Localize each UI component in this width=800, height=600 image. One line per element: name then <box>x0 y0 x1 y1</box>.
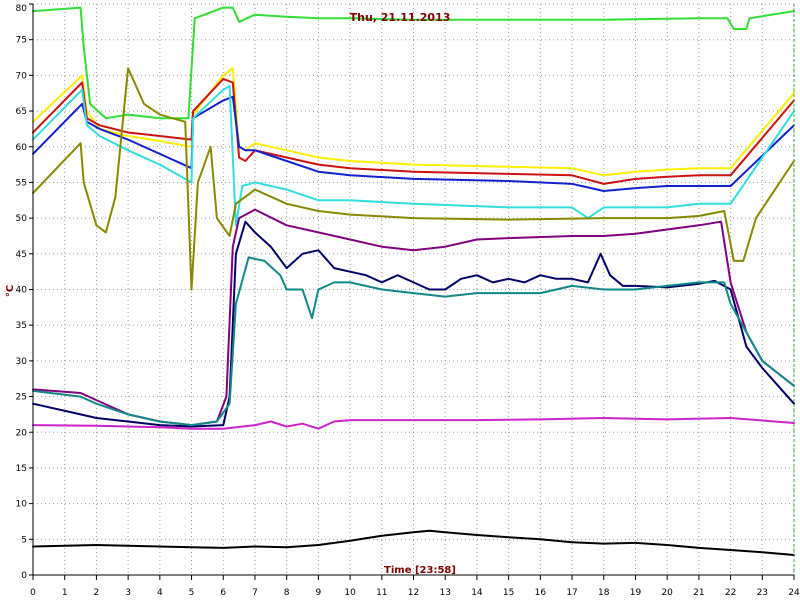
x-tick-label: 17 <box>566 588 577 598</box>
y-tick-label: 40 <box>16 286 28 296</box>
x-tick-label: 13 <box>439 588 450 598</box>
x-tick-label: 8 <box>284 588 290 598</box>
x-tick-label: 21 <box>693 588 704 598</box>
x-tick-label: 15 <box>503 588 514 598</box>
x-tick-label: 19 <box>630 588 642 598</box>
x-tick-label: 24 <box>788 588 800 598</box>
y-tick-label: 80 <box>16 4 28 14</box>
x-tick-label: 23 <box>757 588 768 598</box>
x-tick-label: 4 <box>157 588 163 598</box>
x-tick-label: 14 <box>471 588 483 598</box>
y-tick-label: 0 <box>21 571 27 581</box>
y-tick-label: 10 <box>16 500 28 510</box>
y-tick-label: 60 <box>16 143 28 153</box>
x-axis-label: Time [23:58] <box>384 565 456 576</box>
chart-background <box>0 0 800 600</box>
y-tick-label: 65 <box>16 107 27 117</box>
y-tick-label: 35 <box>16 321 27 331</box>
y-tick-label: 15 <box>16 464 27 474</box>
y-tick-label: 50 <box>16 214 28 224</box>
temperature-chart: 0 1 2 3 4 5 6 7 8 9 10 11 12 13 14 15 16 17 18 19 20 21 22 23 24… <box>0 0 800 600</box>
x-tick-label: 7 <box>252 588 258 598</box>
x-tick-label: 6 <box>220 588 226 598</box>
y-tick-label: 45 <box>16 250 27 260</box>
x-tick-label: 16 <box>535 588 547 598</box>
chart-title: Thu, 21.11.2013 <box>350 11 451 24</box>
y-tick-label: 5 <box>21 535 27 545</box>
x-tick-label: 2 <box>94 588 100 598</box>
x-tick-label: 20 <box>661 588 673 598</box>
y-tick-label: 75 <box>16 36 27 46</box>
y-axis-label: °C <box>5 285 16 297</box>
x-tick-label: 0 <box>30 588 36 598</box>
y-tick-label: 20 <box>16 428 28 438</box>
x-tick-label: 22 <box>725 588 736 598</box>
y-tick-label: 55 <box>16 178 27 188</box>
x-tick-label: 10 <box>344 588 356 598</box>
x-tick-label: 5 <box>189 588 195 598</box>
x-tick-label: 1 <box>62 588 68 598</box>
y-tick-label: 25 <box>16 393 27 403</box>
x-tick-label: 9 <box>316 588 322 598</box>
x-tick-label: 18 <box>598 588 610 598</box>
x-tick-label: 11 <box>376 588 387 598</box>
y-tick-label: 30 <box>16 357 28 367</box>
y-tick-label: 70 <box>16 71 28 81</box>
x-tick-label: 12 <box>408 588 419 598</box>
x-tick-label: 3 <box>125 588 131 598</box>
